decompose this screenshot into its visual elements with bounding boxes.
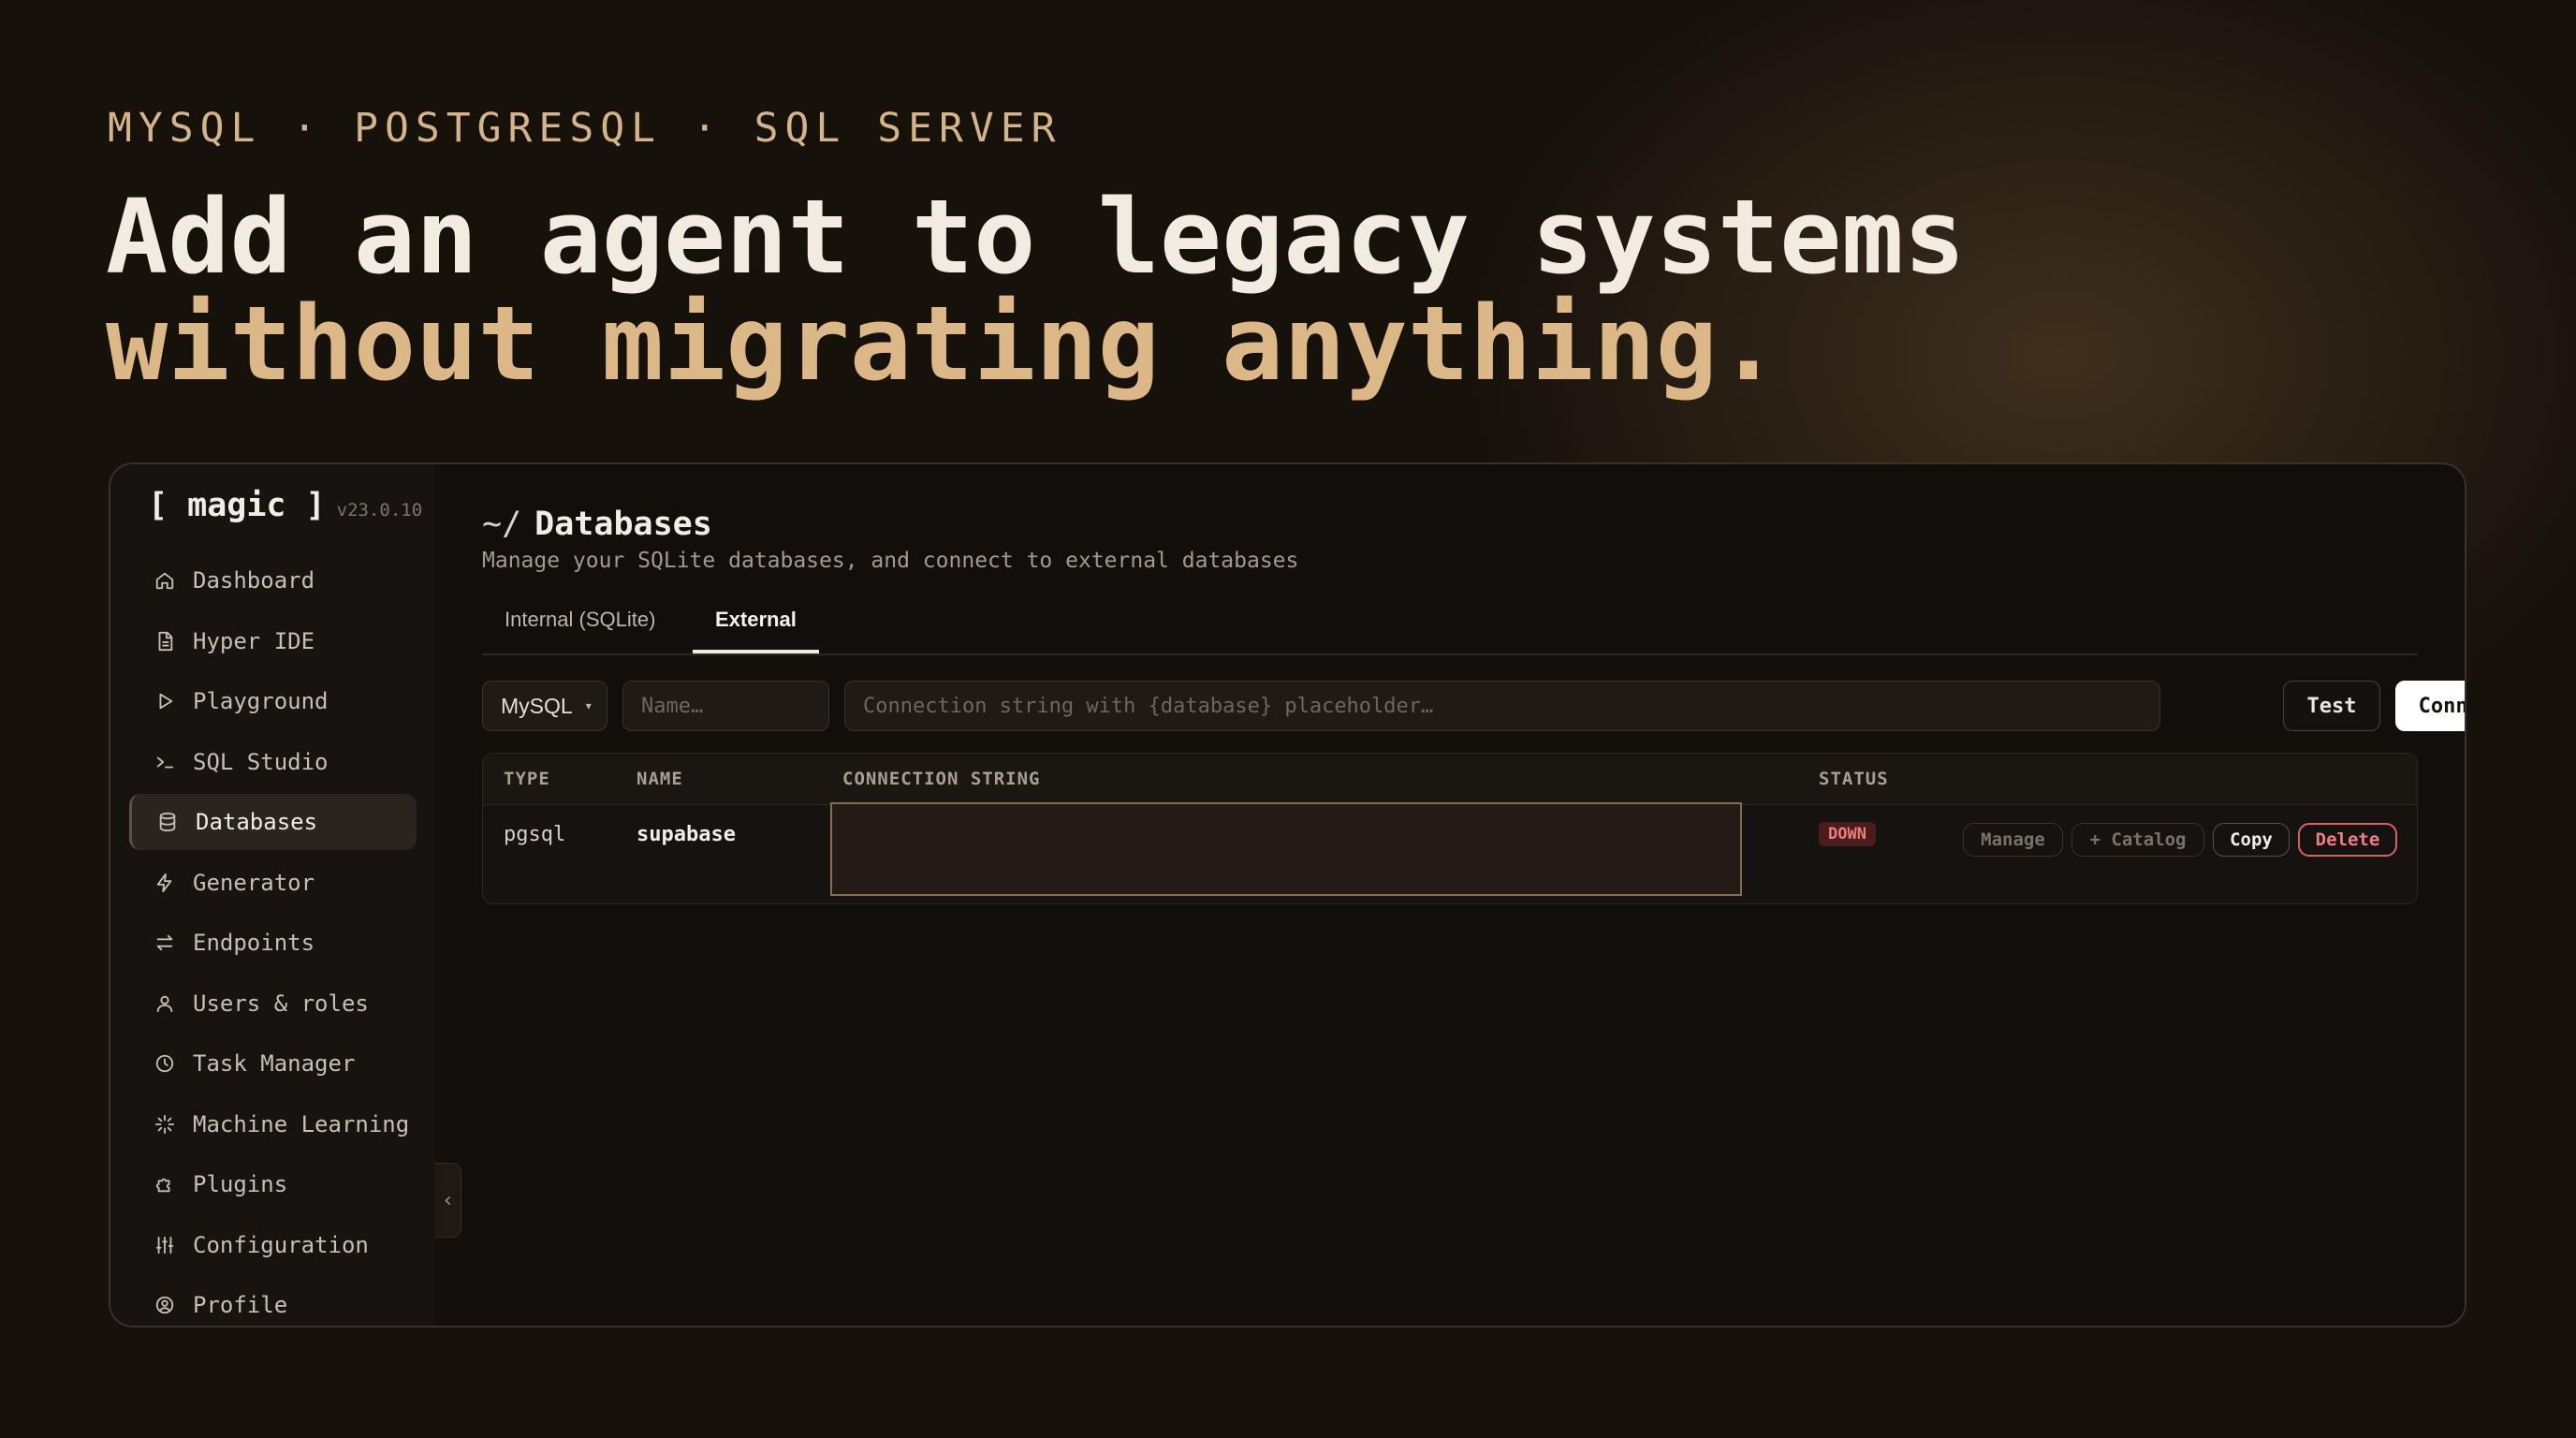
headline-line-2: without migrating anything. (106, 284, 1780, 404)
column-header-connection-string: CONNECTION STRING (842, 769, 1041, 789)
column-header-name: NAME (637, 769, 683, 789)
sidebar-item-label: Hyper IDE (193, 627, 315, 654)
puzzle-icon (154, 1173, 176, 1196)
user-icon (154, 992, 176, 1015)
clock-icon (154, 1052, 176, 1075)
sidebar-item-task-manager[interactable]: Task Manager (129, 1035, 417, 1092)
sidebar-item-hyper-ide[interactable]: Hyper IDE (129, 613, 417, 669)
brand-logo: [ magic ] (148, 487, 326, 524)
sidebar-item-profile[interactable]: Profile (129, 1277, 417, 1326)
sidebar: [ magic ] v23.0.10 Dashboard Hyper IDE Pl… (110, 464, 435, 1326)
sidebar-collapse-button[interactable]: ‹ (435, 1163, 461, 1238)
db-type-value: MySQL (501, 693, 573, 718)
sidebar-item-label: Configuration (193, 1231, 369, 1258)
sidebar-item-label: Task Manager (193, 1050, 356, 1077)
sidebar-item-machine-learning[interactable]: Machine Learning (129, 1096, 417, 1152)
catalog-button[interactable]: + Catalog (2071, 823, 2204, 857)
sidebar-item-label: Generator (193, 869, 315, 896)
caret-down-icon: ▾ (585, 699, 592, 712)
connect-button[interactable]: Connect (2395, 681, 2465, 731)
sidebar-item-sql-studio[interactable]: SQL Studio (129, 734, 417, 790)
test-button[interactable]: Test (2283, 681, 2380, 731)
headline-line-1: Add an agent to legacy systems (106, 177, 1966, 297)
app-window: [ magic ] v23.0.10 Dashboard Hyper IDE Pl… (109, 462, 2466, 1328)
sidebar-item-label: Users & roles (193, 990, 369, 1017)
sidebar-item-label: Plugins (193, 1171, 288, 1197)
profile-icon (154, 1294, 176, 1316)
tab-bar: Internal (SQLite) External (482, 586, 2418, 655)
sidebar-item-label: SQL Studio (193, 748, 329, 775)
tab-internal-sqlite[interactable]: Internal (SQLite) (482, 586, 678, 653)
sidebar-item-endpoints[interactable]: Endpoints (129, 915, 417, 971)
sidebar-nav: Dashboard Hyper IDE Playground SQL Studi… (129, 552, 417, 1326)
brand[interactable]: [ magic ] v23.0.10 (148, 487, 422, 524)
sidebar-item-label: Machine Learning (193, 1110, 410, 1137)
path-prefix: ~/ (482, 506, 522, 543)
delete-button[interactable]: Delete (2298, 823, 2397, 857)
sidebar-item-dashboard[interactable]: Dashboard (129, 552, 417, 609)
column-header-status: STATUS (1819, 769, 1889, 789)
manage-button[interactable]: Manage (1963, 823, 2063, 857)
sliders-icon (154, 1234, 176, 1256)
copy-button[interactable]: Copy (2213, 823, 2290, 857)
column-header-type: TYPE (504, 769, 550, 789)
connect-toolbar: MySQL ▾ Test Connect (482, 681, 2465, 731)
sparkle-icon (154, 1113, 176, 1136)
sidebar-item-label: Profile (193, 1292, 288, 1318)
sidebar-item-playground[interactable]: Playground (129, 673, 417, 729)
db-type-select[interactable]: MySQL ▾ (482, 681, 607, 731)
status-badge: DOWN (1819, 822, 1876, 846)
main-content: ~/ Databases Manage your SQLite databases… (482, 464, 2465, 1326)
headline: Add an agent to legacy systems without m… (106, 183, 1966, 397)
sidebar-item-label: Endpoints (193, 930, 315, 956)
sidebar-item-label: Dashboard (193, 567, 315, 594)
home-icon (154, 569, 176, 592)
sidebar-item-label: Databases (196, 809, 318, 835)
page-title-text: Databases (534, 506, 712, 543)
play-icon (154, 690, 176, 712)
row-name: supabase (637, 823, 736, 846)
connection-string-input[interactable] (844, 681, 2160, 731)
version-label: v23.0.10 (336, 500, 423, 521)
chevron-left-icon: ‹ (441, 1188, 455, 1212)
name-input[interactable] (622, 681, 829, 731)
tab-external[interactable]: External (693, 586, 819, 653)
page-title: ~/ Databases (482, 506, 712, 543)
sidebar-item-databases[interactable]: Databases (129, 794, 417, 850)
table-header: TYPE NAME CONNECTION STRING STATUS (483, 754, 2417, 805)
sidebar-item-generator[interactable]: Generator (129, 855, 417, 911)
page-subtitle: Manage your SQLite databases, and connec… (482, 549, 1299, 573)
database-icon (156, 811, 179, 833)
sidebar-item-label: Playground (193, 688, 329, 714)
sidebar-item-users-roles[interactable]: Users & roles (129, 976, 417, 1032)
databases-table: TYPE NAME CONNECTION STRING STATUS pgsql… (482, 753, 2418, 904)
row-type: pgsql (504, 823, 566, 846)
eyebrow: MYSQL · POSTGRESQL · SQL SERVER (108, 105, 1062, 152)
terminal-icon (154, 751, 176, 773)
sidebar-item-configuration[interactable]: Configuration (129, 1217, 417, 1273)
connection-string-cell[interactable] (830, 802, 1742, 896)
sidebar-item-plugins[interactable]: Plugins (129, 1156, 417, 1212)
lightning-icon (154, 872, 176, 894)
arrows-icon (154, 932, 176, 954)
file-icon (154, 630, 176, 653)
